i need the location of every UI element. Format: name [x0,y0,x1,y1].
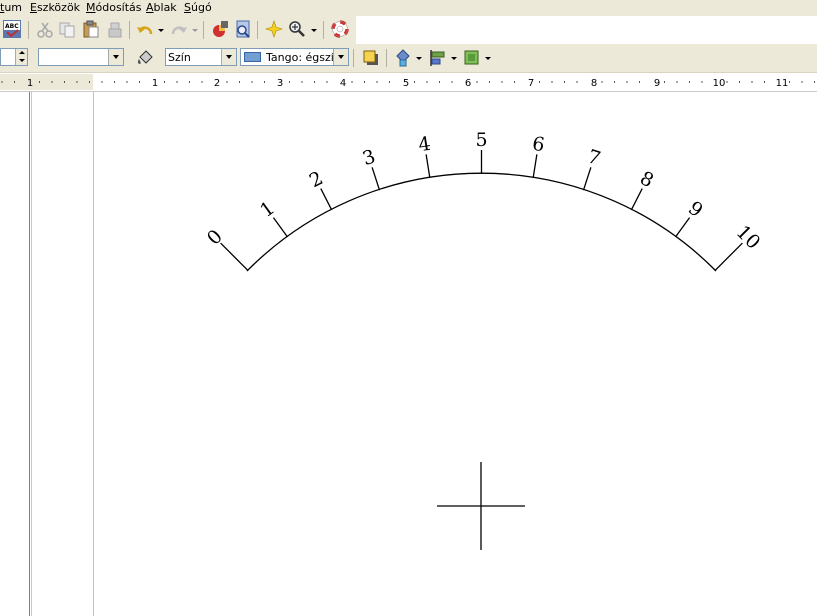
gauge-tick[interactable] [674,217,691,238]
gauge-label[interactable]: 8 [636,167,657,192]
spin-down-icon[interactable] [19,59,25,62]
gauge-tick[interactable] [714,242,743,272]
ruler-label: 5 [403,78,409,89]
fill-color-value: Tango: égszín [266,51,341,64]
spinner-buttons[interactable] [15,49,27,65]
gauge-label[interactable]: 2 [306,167,327,192]
gauge-tick[interactable] [272,217,289,238]
ruler-label: 1 [27,78,33,89]
horizontal-ruler[interactable]: 1 1 2 3 4 5 6 7 8 9 10 11 [0,73,817,92]
area-style-combo[interactable]: Szín [165,48,237,66]
gauge-label[interactable]: 6 [531,133,546,157]
standard-toolbar: ABC [0,16,356,44]
area-style-value: Szín [168,51,191,64]
drawing-canvas[interactable]: 01234 5 678910 [0,92,817,616]
gauge-tick[interactable] [630,188,643,211]
help-lifebuoy-icon[interactable] [331,20,349,38]
undo-dropdown-icon[interactable] [158,29,164,32]
copy-icon[interactable] [58,21,76,39]
clone-formatting-icon[interactable] [106,21,124,39]
spin-up-icon[interactable] [19,51,25,54]
menu-item-format[interactable]: tum [0,1,22,15]
ruler-label: 1 [152,78,158,89]
toolbar-separator [386,49,387,67]
ruler-label: 2 [214,78,220,89]
toolbar-separator [257,21,258,39]
gauge-tick[interactable] [371,167,381,191]
align-dropdown-icon[interactable] [451,57,457,60]
menu-item-window[interactable]: Ablak [146,1,177,15]
order-dropdown-icon[interactable] [485,57,491,60]
fill-color-swatch [244,52,261,62]
area-style-bucket-icon[interactable] [136,49,154,67]
arrange-dropdown-icon[interactable] [416,57,422,60]
menu-bar: tum Eszközök Módosítás Ablak Súgó [0,0,817,16]
gauge-tick[interactable] [425,154,431,179]
toolbar-separator [353,49,354,67]
toolbar-empty-area [356,16,817,44]
gauge-label[interactable]: 3 [360,145,378,170]
gauge-label[interactable]: 5 [475,129,487,151]
gluepoint-star-icon[interactable] [265,20,283,38]
drawing-workspace[interactable]: 0 1 2 3 4 5 6 7 8 9 10 [0,92,817,616]
shadow-icon[interactable] [362,49,380,67]
gauge-tick[interactable] [220,242,249,272]
gauge-label[interactable]: 4 [417,133,432,157]
cut-icon[interactable] [36,21,54,39]
ruler-label: 7 [528,78,534,89]
line-and-filling-toolbar: Szín Tango: égszín [0,44,817,73]
zoom-dropdown-icon[interactable] [311,29,317,32]
menu-item-help[interactable]: Súgó [184,1,212,15]
zoom-icon[interactable] [288,20,306,38]
combo-dropdown-button[interactable] [221,49,236,65]
ruler-label: 4 [340,78,346,89]
svg-text:ABC: ABC [5,23,19,30]
gauge-tick[interactable] [532,154,538,179]
redo-dropdown-icon[interactable] [192,29,198,32]
redo-icon[interactable] [170,21,188,39]
menu-item-tools[interactable]: Eszközök [30,1,80,15]
gauge-tick[interactable] [582,167,592,191]
combo-dropdown-button[interactable] [108,49,123,65]
gauge-label[interactable]: 7 [585,145,603,170]
arrange-order-icon[interactable] [463,49,481,67]
navigator-icon[interactable] [234,20,252,38]
gauge-label[interactable]: 9 [684,197,707,222]
align-icon[interactable] [429,49,447,67]
menu-item-modify[interactable]: Módosítás [86,1,142,15]
toolbar-separator [323,21,324,39]
line-style-combo[interactable] [38,48,124,66]
fill-color-combo[interactable]: Tango: égszín [240,48,349,66]
combo-dropdown-button[interactable] [333,49,348,65]
undo-icon[interactable] [136,21,154,39]
ruler-label: 6 [465,78,471,89]
ruler-label: 10 [713,78,726,89]
rotate-arrange-icon[interactable] [394,49,412,67]
spellcheck-icon[interactable]: ABC [3,20,21,38]
toolbar-separator [28,21,29,39]
ruler-scale: 1 1 2 3 4 5 6 7 8 9 10 11 [0,74,815,90]
toolbar-separator [203,21,204,39]
ruler-label: 8 [591,78,597,89]
line-width-spinner[interactable] [0,48,28,66]
paste-icon[interactable] [82,20,100,38]
chart-icon[interactable] [211,20,229,38]
ruler-label: 3 [277,78,283,89]
ruler-label: 11 [776,78,789,89]
gauge-label[interactable]: 1 [256,197,279,222]
gauge-tick[interactable] [320,188,333,211]
ruler-label: 9 [654,78,660,89]
toolbar-separator [129,21,130,39]
